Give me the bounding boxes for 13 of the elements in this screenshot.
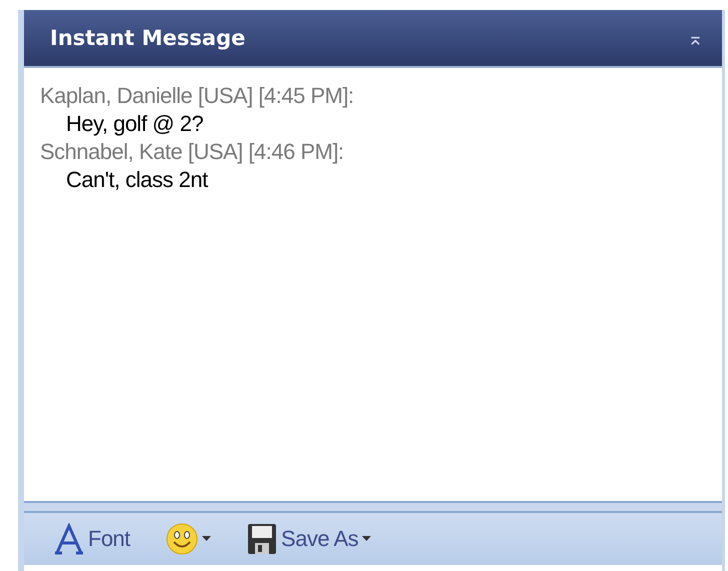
message-text: Hey, golf @ 2?: [65, 110, 204, 138]
panel-title: Instant Message: [50, 26, 246, 50]
caret-icon: [202, 536, 212, 542]
smiley-icon: [166, 523, 198, 555]
save-as-button[interactable]: Save As: [247, 523, 372, 555]
message-header: Schnabel, Kate [USA] [4:46 PM]:: [40, 138, 345, 166]
caret-icon: [362, 536, 372, 542]
message-text: Can't, class 2nt: [65, 166, 210, 194]
message-header: Kaplan, Danielle [USA] [4:45 PM]:: [40, 82, 355, 110]
font-icon: [54, 523, 84, 555]
font-button[interactable]: Font: [54, 523, 130, 555]
collapse-button[interactable]: ⌅: [687, 26, 704, 50]
emoticon-button[interactable]: [166, 523, 212, 555]
